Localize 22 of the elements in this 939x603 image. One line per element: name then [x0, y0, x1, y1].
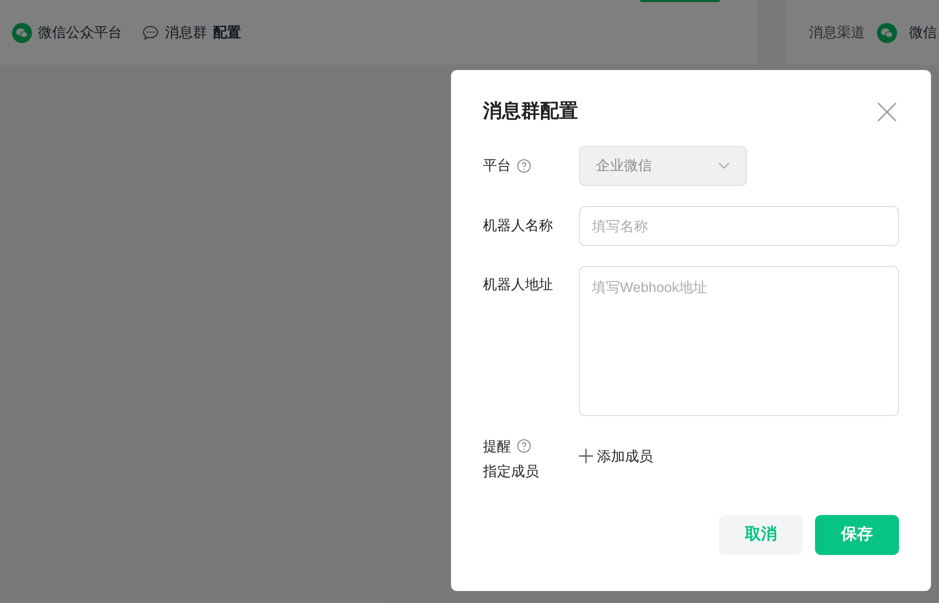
plus-icon	[579, 449, 593, 463]
breadcrumb-link[interactable]: 微信公众平台	[38, 22, 122, 43]
field-label: 指定成员	[483, 462, 540, 480]
help-icon[interactable]	[517, 439, 531, 453]
field-label: 提醒	[483, 436, 511, 456]
dialog-title: 消息群配置	[483, 100, 578, 124]
add-member-button[interactable]: 添加成员	[579, 446, 653, 466]
panel-label: 消息渠道	[809, 23, 865, 42]
field-label: 机器人名称	[483, 216, 553, 235]
speech-bubble-icon	[142, 24, 159, 40]
breadcrumb-link[interactable]: 配置	[213, 22, 241, 43]
chevron-down-icon	[718, 162, 730, 170]
wechat-logo-icon	[12, 22, 32, 42]
wechat-logo-icon	[877, 22, 897, 42]
save-button[interactable]: 保存	[815, 514, 899, 554]
channel-label: 微信	[909, 23, 937, 42]
close-icon	[877, 102, 897, 122]
name-input-field[interactable]: 填写名称	[579, 206, 899, 246]
breadcrumb-link[interactable]: 消息群	[165, 22, 207, 43]
field-label: 平台	[483, 156, 511, 175]
webhook-text-field[interactable]: 填写Webhook地址	[579, 266, 899, 416]
field-label: 机器人地址	[483, 274, 553, 294]
